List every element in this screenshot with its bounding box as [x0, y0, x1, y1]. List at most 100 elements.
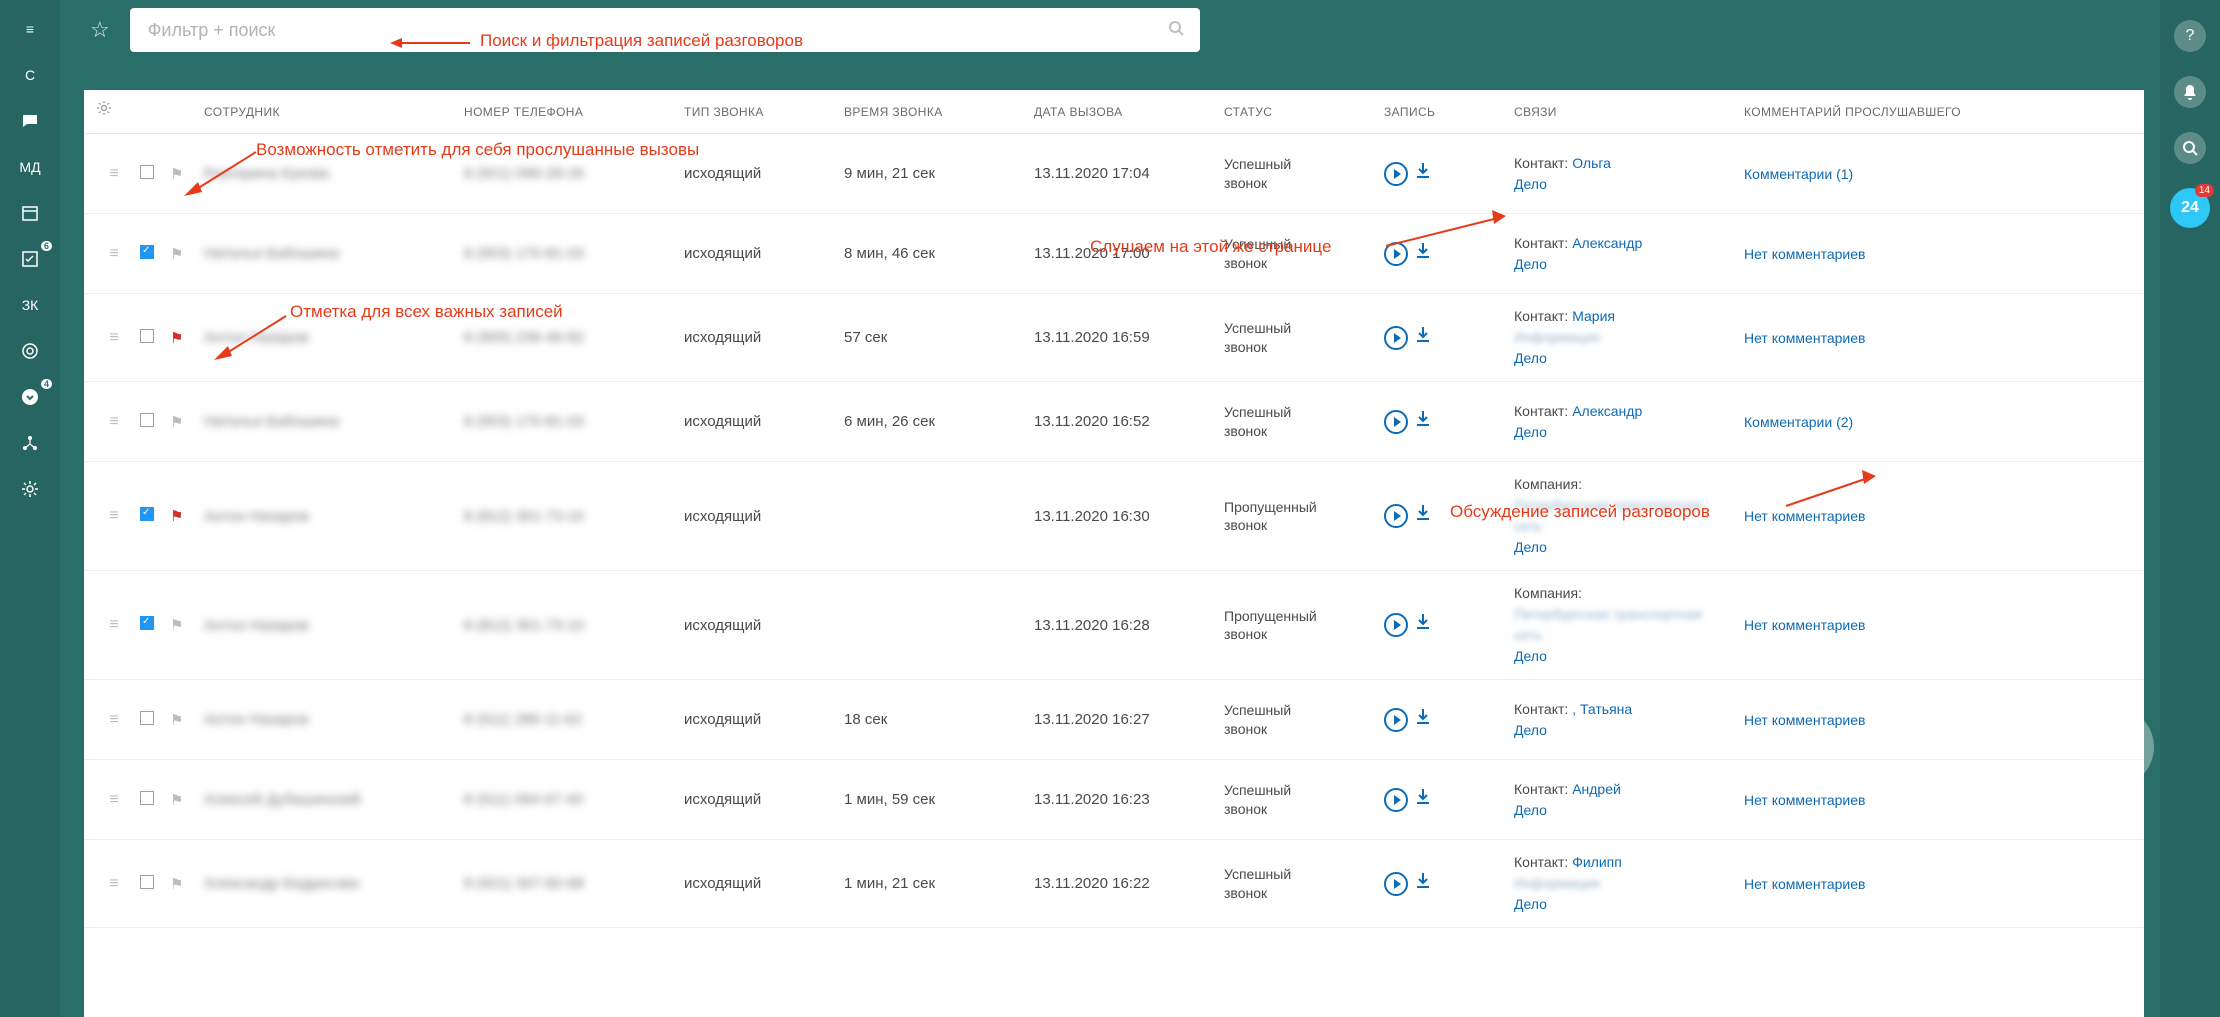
drag-handle-icon[interactable]: ≡	[94, 711, 134, 729]
download-icon[interactable]	[1416, 505, 1430, 526]
col-phone[interactable]: НОМЕР ТЕЛЕФОНА	[458, 105, 678, 119]
comments-link[interactable]: Нет комментариев	[1744, 792, 1865, 808]
search-icon-right[interactable]	[2174, 132, 2206, 164]
download-icon[interactable]	[1416, 709, 1430, 730]
play-button[interactable]	[1384, 504, 1408, 528]
flag-icon[interactable]: ⚑	[170, 876, 183, 893]
col-comments[interactable]: КОММЕНТАРИЙ ПРОСЛУШАВШЕГО	[1738, 105, 2144, 119]
col-relations[interactable]: СВЯЗИ	[1508, 105, 1738, 119]
b24-label: 24	[2181, 199, 2199, 217]
flag-icon[interactable]: ⚑	[170, 246, 183, 263]
table-settings-icon[interactable]	[96, 100, 112, 121]
row-checkbox[interactable]	[140, 329, 154, 343]
play-button[interactable]	[1384, 326, 1408, 350]
favorite-icon[interactable]: ☆	[90, 17, 110, 43]
contact-link[interactable]: Александр	[1572, 235, 1642, 251]
download-icon[interactable]	[1416, 163, 1430, 184]
rail-calendar-icon[interactable]	[10, 199, 50, 227]
deal-link[interactable]: Дело	[1514, 539, 1547, 555]
deal-link[interactable]: Дело	[1514, 648, 1547, 664]
company-link[interactable]: Петербургская транспортная сеть	[1514, 604, 1732, 646]
deal-link[interactable]: Дело	[1514, 350, 1547, 366]
contact-link[interactable]: Ольга	[1572, 155, 1611, 171]
download-icon[interactable]	[1416, 873, 1430, 894]
rail-md[interactable]: МД	[10, 153, 50, 181]
play-button[interactable]	[1384, 613, 1408, 637]
row-checkbox[interactable]	[140, 165, 154, 179]
col-record[interactable]: ЗАПИСЬ	[1378, 105, 1508, 119]
menu-icon[interactable]: ≡	[10, 15, 50, 43]
type-cell: исходящий	[678, 711, 838, 728]
rail-chat-icon[interactable]	[10, 107, 50, 135]
flag-icon[interactable]: ⚑	[170, 414, 183, 431]
row-checkbox[interactable]	[140, 875, 154, 889]
deal-link[interactable]: Дело	[1514, 424, 1547, 440]
contact-link[interactable]: Филипп	[1572, 854, 1622, 870]
row-checkbox[interactable]	[140, 507, 154, 521]
download-icon[interactable]	[1416, 789, 1430, 810]
row-checkbox[interactable]	[140, 711, 154, 725]
deal-link[interactable]: Дело	[1514, 256, 1547, 272]
next-fab[interactable]: ›	[2074, 707, 2154, 787]
rail-target-icon[interactable]	[10, 337, 50, 365]
flag-icon[interactable]: ⚑	[170, 712, 183, 729]
drag-handle-icon[interactable]: ≡	[94, 329, 134, 347]
drag-handle-icon[interactable]: ≡	[94, 413, 134, 431]
col-date[interactable]: ДАТА ВЫЗОВА	[1028, 105, 1218, 119]
flag-icon[interactable]: ⚑	[170, 508, 183, 525]
drag-handle-icon[interactable]: ≡	[94, 507, 134, 525]
download-icon[interactable]	[1416, 614, 1430, 635]
deal-link[interactable]: Дело	[1514, 176, 1547, 192]
date-cell: 13.11.2020 16:22	[1028, 875, 1218, 892]
play-button[interactable]	[1384, 162, 1408, 186]
row-checkbox[interactable]	[140, 616, 154, 630]
drag-handle-icon[interactable]: ≡	[94, 616, 134, 634]
row-checkbox[interactable]	[140, 245, 154, 259]
rail-more-icon[interactable]: 4	[10, 383, 50, 411]
search-icon[interactable]	[1168, 20, 1184, 41]
contact-link[interactable]: Андрей	[1572, 781, 1621, 797]
rail-c[interactable]: С	[10, 61, 50, 89]
row-checkbox[interactable]	[140, 413, 154, 427]
col-status[interactable]: СТАТУС	[1218, 105, 1378, 119]
play-button[interactable]	[1384, 708, 1408, 732]
contact-link[interactable]: Александр	[1572, 403, 1642, 419]
deal-link[interactable]: Дело	[1514, 722, 1547, 738]
comments-link[interactable]: Комментарии (2)	[1744, 414, 1853, 430]
col-employee[interactable]: СОТРУДНИК	[198, 105, 458, 119]
comments-link[interactable]: Нет комментариев	[1744, 508, 1865, 524]
rail-tasks-icon[interactable]: 6	[10, 245, 50, 273]
drag-handle-icon[interactable]: ≡	[94, 165, 134, 183]
comments-link[interactable]: Нет комментариев	[1744, 330, 1865, 346]
play-button[interactable]	[1384, 410, 1408, 434]
rail-settings-icon[interactable]	[10, 475, 50, 503]
play-button[interactable]	[1384, 872, 1408, 896]
bell-icon[interactable]	[2174, 76, 2206, 108]
col-duration[interactable]: ВРЕМЯ ЗВОНКА	[838, 105, 1028, 119]
help-icon[interactable]: ?	[2174, 20, 2206, 52]
contact-link[interactable]: Мария	[1572, 308, 1615, 324]
contact-link[interactable]: , Татьяна	[1572, 701, 1632, 717]
play-button[interactable]	[1384, 788, 1408, 812]
flag-icon[interactable]: ⚑	[170, 792, 183, 809]
bitrix24-icon[interactable]: 24 14	[2170, 188, 2210, 228]
col-type[interactable]: ТИП ЗВОНКА	[678, 105, 838, 119]
download-icon[interactable]	[1416, 411, 1430, 432]
deal-link[interactable]: Дело	[1514, 802, 1547, 818]
comments-link[interactable]: Нет комментариев	[1744, 246, 1865, 262]
row-checkbox[interactable]	[140, 791, 154, 805]
rail-sitemap-icon[interactable]	[10, 429, 50, 457]
rail-zk[interactable]: ЗК	[10, 291, 50, 319]
comments-link[interactable]: Нет комментариев	[1744, 876, 1865, 892]
drag-handle-icon[interactable]: ≡	[94, 791, 134, 809]
download-icon[interactable]	[1416, 327, 1430, 348]
rel-contact-label: Контакт:	[1514, 235, 1572, 251]
comments-link[interactable]: Нет комментариев	[1744, 617, 1865, 633]
comments-link[interactable]: Нет комментариев	[1744, 712, 1865, 728]
drag-handle-icon[interactable]: ≡	[94, 245, 134, 263]
flag-icon[interactable]: ⚑	[170, 330, 183, 347]
drag-handle-icon[interactable]: ≡	[94, 875, 134, 893]
deal-link[interactable]: Дело	[1514, 896, 1547, 912]
comments-link[interactable]: Комментарии (1)	[1744, 166, 1853, 182]
flag-icon[interactable]: ⚑	[170, 617, 183, 634]
